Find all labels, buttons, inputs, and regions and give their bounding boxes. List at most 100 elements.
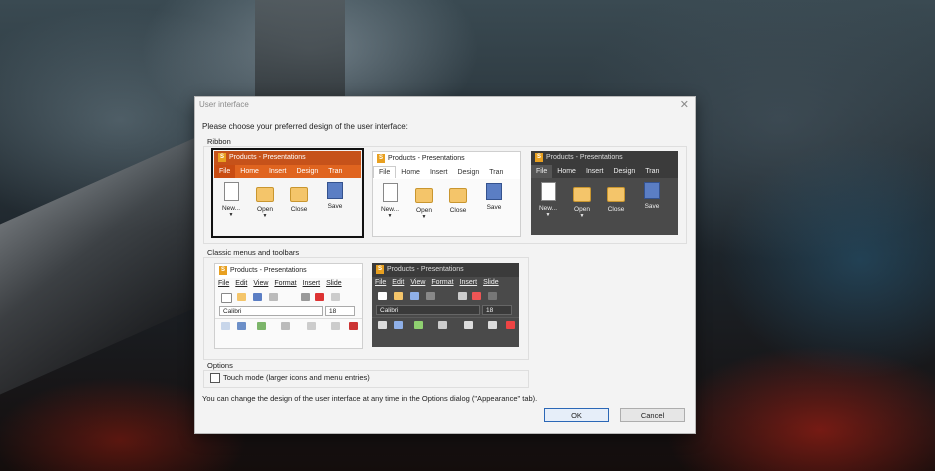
options-group-label: Options — [207, 361, 233, 370]
preview-save-button: Save — [320, 182, 350, 210]
save-disk-icon — [253, 293, 262, 301]
classic-light-preview[interactable]: S Products - Presentations File Edit View Fo… — [214, 263, 363, 349]
preview-menubar: File Edit View Format Insert Slide — [215, 278, 362, 290]
preview-menu-insert: Insert — [302, 280, 321, 287]
folder-open-icon — [394, 292, 403, 300]
preview-tab-design: Design — [457, 169, 480, 176]
preview-menu-edit: Edit — [392, 279, 405, 286]
ok-button[interactable]: OK — [544, 408, 609, 422]
save-disk-icon — [486, 183, 502, 200]
preview-new-button: New... ▼ — [375, 183, 405, 219]
preview-ribbon-tabs: File Home Insert Design Tran — [531, 165, 678, 178]
preview-size-combo: 18 — [482, 305, 512, 315]
footer-note: You can change the design of the user in… — [202, 394, 538, 403]
table-icon — [394, 321, 403, 329]
ribbon-dark-preview[interactable]: S Products - Presentations File Home Insert… — [531, 151, 678, 235]
touch-mode-label[interactable]: Touch mode (larger icons and menu entrie… — [223, 373, 370, 382]
ribbon-orange-preview[interactable]: S Products - Presentations File Home Insert… — [211, 148, 364, 238]
pdf-icon — [472, 292, 481, 300]
preview-save-label: Save — [644, 203, 660, 210]
app-logo-icon: S — [219, 265, 227, 275]
printer-icon — [301, 293, 310, 301]
preview-app-title: Products - Presentations — [546, 154, 623, 161]
close-icon[interactable]: ✕ — [680, 98, 689, 111]
pdf-icon — [315, 293, 324, 301]
preview-toolbar — [215, 290, 362, 304]
preview-tab-tran: Tran — [645, 168, 660, 175]
dropdown-caret-icon: ▼ — [387, 213, 393, 219]
ribbon-light-preview[interactable]: S Products - Presentations File Home Insert… — [372, 151, 521, 237]
preview-close-label: Close — [290, 206, 308, 213]
preview-tab-tran: Tran — [328, 168, 343, 175]
preview-menu-format: Format — [431, 279, 454, 286]
preview-save-button: Save — [637, 182, 667, 210]
textframe-icon — [464, 321, 473, 329]
preview-tab-file: File — [531, 165, 553, 178]
new-document-icon — [221, 293, 232, 303]
preview-menu-view: View — [253, 280, 269, 287]
preview-menu-insert: Insert — [459, 279, 478, 286]
touch-mode-checkbox[interactable] — [210, 373, 220, 383]
ribbon-group-label: Ribbon — [207, 137, 231, 146]
new-document-icon — [223, 182, 239, 201]
preview-close-label: Close — [449, 207, 467, 214]
folder-open-icon — [415, 188, 433, 203]
preview-title-bar: S Products - Presentations — [531, 151, 678, 165]
app-logo-icon: S — [218, 152, 226, 162]
save-disk-icon — [410, 292, 419, 300]
preview-menu-format: Format — [274, 280, 297, 287]
preview-font-combo: Calibri — [376, 305, 480, 315]
preview-title-bar: S Products - Presentations — [215, 264, 362, 278]
dropdown-caret-icon: ▼ — [579, 213, 585, 219]
new-document-icon — [382, 183, 398, 202]
preview-open-button: Open ▼ — [409, 183, 439, 220]
preview-open-label: Open — [257, 206, 273, 213]
background-spaceship — [0, 135, 200, 395]
preview-close-button: Close — [284, 182, 314, 213]
preview-new-label: New... — [221, 205, 241, 212]
classic-dark-preview[interactable]: S Products - Presentations File Edit View Fo… — [372, 263, 519, 347]
chart-icon — [438, 321, 447, 329]
textframe-icon — [307, 322, 316, 330]
picture-icon — [414, 321, 423, 329]
preview-tab-insert: Insert — [268, 168, 287, 175]
preview-size-combo: 18 — [325, 306, 355, 316]
preview-open-button: Open ▼ — [567, 182, 597, 219]
preview-title-bar: S Products - Presentations — [373, 152, 520, 166]
preview-app-title: Products - Presentations — [387, 266, 464, 273]
cut-icon — [488, 292, 497, 300]
preview-tab-home: Home — [240, 168, 259, 175]
preview-title-bar: S Products - Presentations — [214, 151, 361, 165]
folder-close-icon — [449, 188, 467, 203]
preview-tab-design: Design — [296, 168, 319, 175]
preview-ribbon-body: New... ▼ Open ▼ Close Save — [373, 179, 520, 233]
printer-icon — [458, 292, 467, 300]
dropdown-caret-icon: ▼ — [421, 214, 427, 220]
preview-open-label: Open — [416, 207, 432, 214]
table-icon — [237, 322, 246, 330]
folder-open-icon — [237, 293, 246, 301]
slide-icon — [349, 322, 358, 330]
preview-close-button: Close — [601, 182, 631, 213]
symbol-icon — [488, 321, 497, 329]
preview-toolbar — [372, 289, 519, 303]
preview-menu-edit: Edit — [235, 280, 248, 287]
cancel-button[interactable]: Cancel — [620, 408, 685, 422]
background-structure — [255, 0, 345, 100]
new-document-icon — [378, 292, 387, 300]
preview-menu-slide: Slide — [483, 279, 499, 286]
print-preview-icon — [269, 293, 278, 301]
slide-icon — [506, 321, 515, 329]
preview-new-label: New... — [380, 206, 400, 213]
preview-app-title: Products - Presentations — [230, 267, 307, 274]
dropdown-caret-icon: ▼ — [228, 212, 234, 218]
preview-app-title: Products - Presentations — [388, 155, 465, 162]
preview-font-combo: Calibri — [219, 306, 323, 316]
cut-icon — [331, 293, 340, 301]
preview-save-label: Save — [486, 204, 502, 211]
dialog-title: User interface — [199, 100, 249, 109]
preview-object-toolbar — [372, 317, 519, 332]
preview-app-title: Products - Presentations — [229, 154, 306, 161]
folder-close-icon — [607, 187, 625, 202]
preview-close-button: Close — [443, 183, 473, 214]
